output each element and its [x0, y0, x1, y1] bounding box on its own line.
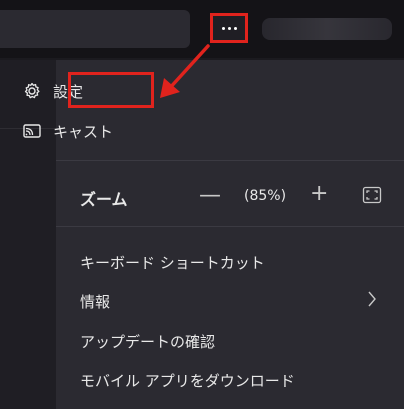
- zoom-in-button[interactable]: +: [310, 181, 328, 206]
- settings-menu: [56, 60, 404, 409]
- menu-item-settings[interactable]: 設定: [0, 76, 348, 106]
- search-box[interactable]: [0, 10, 190, 48]
- profile-area-blurred: [262, 18, 392, 40]
- menu-separator: [56, 160, 404, 161]
- menu-item-cast-label: キャスト: [53, 122, 114, 141]
- gear-icon: [22, 81, 42, 101]
- cast-icon: [22, 121, 42, 141]
- zoom-out-button[interactable]: —: [199, 183, 221, 208]
- menu-item-check-updates[interactable]: アップデートの確認: [80, 331, 215, 352]
- menu-item-keyboard-shortcuts[interactable]: キーボード ショートカット: [80, 252, 265, 273]
- fullscreen-icon[interactable]: [362, 186, 382, 204]
- left-pane: [0, 60, 56, 409]
- zoom-label: ズーム: [80, 190, 128, 209]
- menu-separator: [56, 226, 404, 227]
- chevron-right-icon: [367, 290, 377, 308]
- more-horizontal-icon: [221, 26, 225, 30]
- more-options-button[interactable]: [210, 13, 248, 43]
- menu-item-download-mobile-app[interactable]: モバイル アプリをダウンロード: [80, 370, 295, 391]
- menu-item-cast[interactable]: キャスト: [0, 116, 348, 146]
- settings-highlight-box: [68, 72, 154, 108]
- menu-item-about[interactable]: 情報: [80, 291, 110, 312]
- zoom-level: (85%): [244, 188, 287, 204]
